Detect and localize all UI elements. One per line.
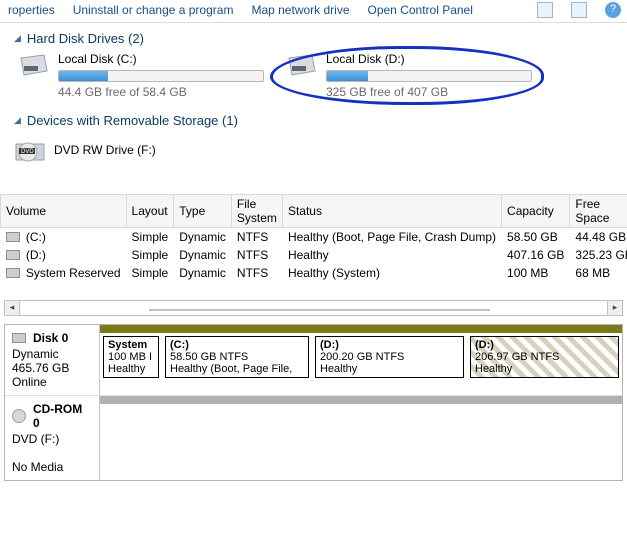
drive-d-free: 325 GB free of 407 GB [326, 85, 532, 99]
uninstall-cmd[interactable]: Uninstall or change a program [73, 3, 234, 17]
drive-c-usage-bar [58, 70, 264, 82]
volume-icon [6, 232, 20, 242]
dvd-drive-icon: DVD [14, 136, 46, 164]
table-row[interactable]: (C:) Simple Dynamic NTFS Healthy (Boot, … [1, 228, 627, 247]
partition-system[interactable]: System 100 MB I Healthy [103, 336, 159, 378]
drive-d-usage-bar [326, 70, 532, 82]
map-drive-cmd[interactable]: Map network drive [251, 3, 349, 17]
svg-text:DVD: DVD [21, 149, 34, 155]
disc-icon [12, 409, 26, 423]
volume-table: Volume Layout Type File System Status Ca… [0, 194, 627, 282]
col-fs[interactable]: File System [231, 195, 282, 228]
partition-bar [312, 325, 467, 333]
disk-map: Disk 0 Dynamic 465.76 GB Online System 1… [4, 324, 623, 481]
view-icon[interactable] [537, 2, 553, 18]
drive-c-free: 44.4 GB free of 58.4 GB [58, 85, 264, 99]
cdrom-empty [100, 406, 622, 418]
hdd-section-title: Hard Disk Drives (2) [27, 31, 144, 46]
disk-icon [12, 333, 26, 343]
scroll-right-icon[interactable]: ▸ [607, 301, 622, 315]
collapse-icon: ◢ [14, 33, 21, 44]
table-row[interactable]: System Reserved Simple Dynamic NTFS Heal… [1, 264, 627, 282]
col-status[interactable]: Status [282, 195, 501, 228]
device-dvd-name: DVD RW Drive (F:) [54, 143, 156, 157]
drive-d-name: Local Disk (D:) [326, 52, 532, 66]
partition-bar [162, 325, 312, 333]
partition-bar [467, 325, 622, 333]
drives-pane: ◢ Hard Disk Drives (2) Local Disk (C:) 4… [0, 23, 627, 170]
partition-bar [100, 396, 622, 404]
drive-c-name: Local Disk (C:) [58, 52, 264, 66]
col-type[interactable]: Type [174, 195, 232, 228]
col-capacity[interactable]: Capacity [502, 195, 570, 228]
removable-section-title: Devices with Removable Storage (1) [27, 113, 238, 128]
col-volume[interactable]: Volume [1, 195, 127, 228]
partition-d2[interactable]: (D:) 206.97 GB NTFS Healthy [470, 336, 619, 378]
col-free[interactable]: Free Space [570, 195, 627, 228]
horizontal-scrollbar[interactable]: ◂ ▸ [4, 300, 623, 316]
open-control-panel-cmd[interactable]: Open Control Panel [368, 3, 473, 17]
device-dvd[interactable]: DVD DVD RW Drive (F:) [14, 134, 617, 166]
drive-d[interactable]: Local Disk (D:) 325 GB free of 407 GB [282, 52, 532, 99]
properties-cmd[interactable]: roperties [8, 3, 55, 17]
help-icon[interactable]: ? [605, 2, 621, 18]
partition-c[interactable]: (C:) 58.50 GB NTFS Healthy (Boot, Page F… [165, 336, 309, 378]
disk-0-row: Disk 0 Dynamic 465.76 GB Online System 1… [5, 325, 622, 396]
volume-icon [6, 250, 20, 260]
hdd-section-head[interactable]: ◢ Hard Disk Drives (2) [14, 31, 617, 46]
explorer-toolbar: roperties Uninstall or change a program … [0, 0, 627, 23]
cdrom-row: CD-ROM 0 DVD (F:) No Media [5, 396, 622, 480]
removable-section-head[interactable]: ◢ Devices with Removable Storage (1) [14, 113, 617, 128]
preview-pane-icon[interactable] [571, 2, 587, 18]
table-row[interactable]: (D:) Simple Dynamic NTFS Healthy 407.16 … [1, 246, 627, 264]
collapse-icon: ◢ [14, 115, 21, 126]
partition-bar [100, 325, 162, 333]
scroll-left-icon[interactable]: ◂ [5, 301, 20, 315]
cdrom-header[interactable]: CD-ROM 0 DVD (F:) No Media [5, 396, 100, 480]
volume-icon [6, 268, 20, 278]
drive-c[interactable]: Local Disk (C:) 44.4 GB free of 58.4 GB [14, 52, 264, 99]
hard-disk-icon [286, 52, 318, 80]
disk-0-header[interactable]: Disk 0 Dynamic 465.76 GB Online [5, 325, 100, 395]
col-layout[interactable]: Layout [126, 195, 174, 228]
scroll-thumb[interactable] [149, 309, 489, 311]
partition-d1[interactable]: (D:) 200.20 GB NTFS Healthy [315, 336, 464, 378]
hard-disk-icon [18, 52, 50, 80]
